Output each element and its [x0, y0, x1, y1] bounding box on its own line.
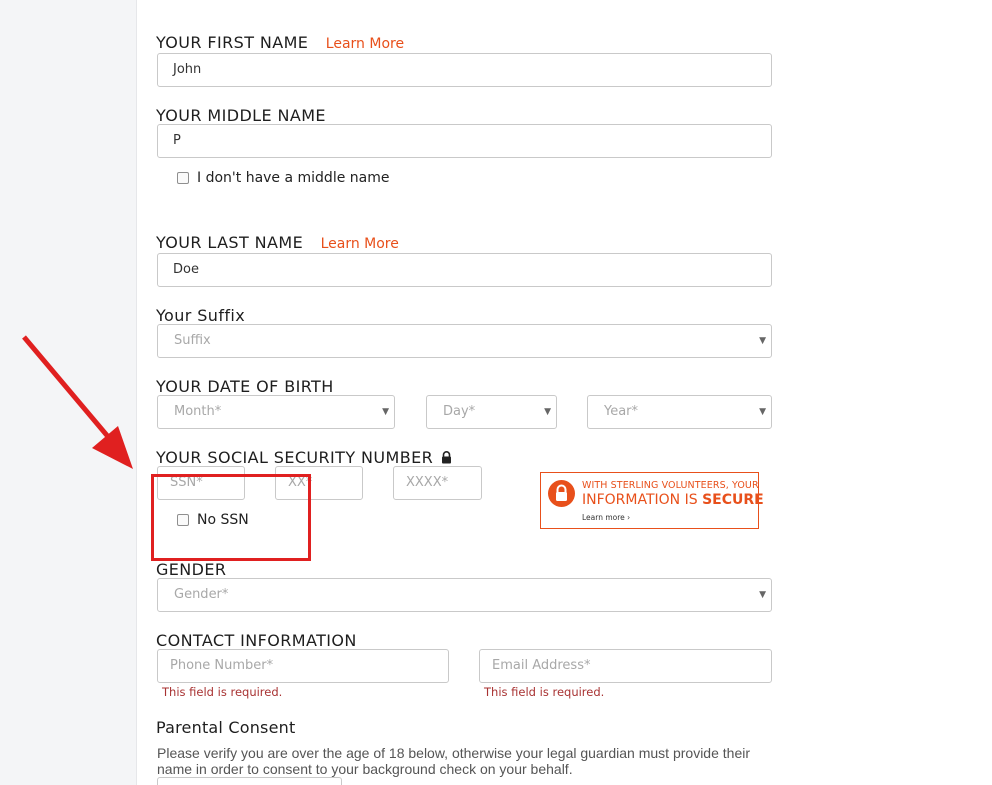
dob-day-placeholder: Day*	[443, 404, 476, 419]
dob-month-placeholder: Month*	[174, 404, 222, 419]
last-name-learn-more-link[interactable]: Learn More	[321, 236, 399, 252]
secure-banner-learn-more-link[interactable]: Learn more ›	[582, 513, 630, 522]
email-error-message: This field is required.	[484, 685, 605, 699]
dob-year-select[interactable]: Year* ▼	[587, 395, 772, 429]
parental-consent-description: Please verify you are over the age of 18…	[157, 745, 751, 777]
gender-placeholder: Gender*	[174, 587, 229, 602]
no-middle-name-checkbox[interactable]	[177, 172, 189, 184]
suffix-placeholder: Suffix	[174, 333, 211, 348]
first-name-learn-more-link[interactable]: Learn More	[326, 36, 404, 52]
email-address-input[interactable]: Email Address*	[479, 649, 772, 683]
contact-info-label: CONTACT INFORMATION	[156, 631, 357, 650]
chevron-down-icon: ▼	[759, 407, 766, 417]
dob-label: YOUR DATE OF BIRTH	[156, 377, 334, 396]
dob-year-placeholder: Year*	[604, 404, 639, 419]
secure-banner-line2-prefix: INFORMATION IS	[582, 492, 703, 508]
padlock-badge-icon	[548, 480, 575, 507]
guardian-name-input[interactable]	[157, 777, 342, 785]
red-arrow-icon	[22, 335, 133, 469]
dob-day-select[interactable]: Day* ▼	[426, 395, 557, 429]
no-middle-name-label: I don't have a middle name	[197, 170, 390, 186]
secure-banner-line1: WITH STERLING VOLUNTEERS, YOUR	[582, 480, 759, 491]
chevron-down-icon: ▼	[759, 336, 766, 346]
gender-select[interactable]: Gender* ▼	[157, 578, 772, 612]
suffix-select[interactable]: Suffix ▼	[157, 324, 772, 358]
middle-name-label: YOUR MIDDLE NAME	[156, 106, 326, 125]
secure-banner-line2-bold: SECURE	[702, 492, 764, 508]
parental-consent-label: Parental Consent	[156, 718, 296, 737]
chevron-down-icon: ▼	[544, 407, 551, 417]
ssn-label-text: YOUR SOCIAL SECURITY NUMBER	[156, 448, 434, 467]
secure-info-banner[interactable]: WITH STERLING VOLUNTEERS, YOUR INFORMATI…	[540, 472, 764, 529]
phone-error-message: This field is required.	[162, 685, 283, 699]
first-name-label-text: YOUR FIRST NAME	[156, 33, 309, 52]
last-name-label-text: YOUR LAST NAME	[156, 233, 304, 252]
dob-month-select[interactable]: Month* ▼	[157, 395, 395, 429]
gender-label: GENDER	[156, 560, 227, 579]
middle-name-input[interactable]: P	[157, 124, 772, 158]
chevron-down-icon: ▼	[759, 590, 766, 600]
chevron-down-icon: ▼	[382, 407, 389, 417]
first-name-label: YOUR FIRST NAME Learn More	[156, 33, 404, 52]
phone-number-input[interactable]: Phone Number*	[157, 649, 449, 683]
red-highlight-box	[151, 474, 311, 561]
secure-banner-line2: INFORMATION IS SECURE	[582, 492, 764, 508]
suffix-label: Your Suffix	[156, 306, 246, 325]
ssn-part3-input[interactable]: XXXX*	[393, 466, 482, 500]
ssn-label: YOUR SOCIAL SECURITY NUMBER	[156, 448, 452, 468]
first-name-input[interactable]: John	[157, 53, 772, 87]
last-name-label: YOUR LAST NAME Learn More	[156, 233, 399, 252]
last-name-input[interactable]: Doe	[157, 253, 772, 287]
